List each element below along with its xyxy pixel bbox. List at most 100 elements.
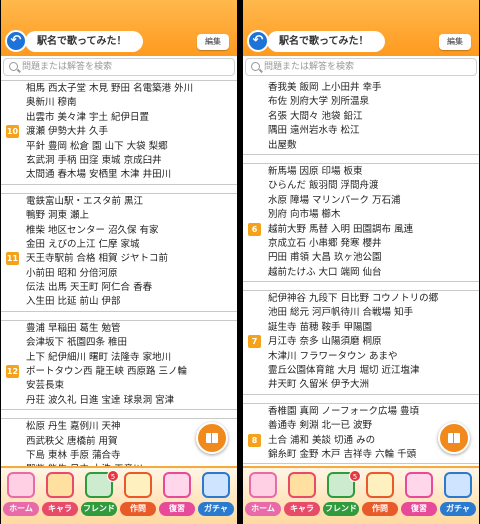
back-button[interactable]: ↶ bbox=[247, 30, 269, 52]
question-line: 豊浦 早稲田 葛生 勉管 bbox=[26, 322, 121, 334]
question-line: ポートタウン西 龍王峡 西原路 三ノ輪 bbox=[26, 366, 188, 378]
nav-home-label: ホーム bbox=[245, 502, 281, 516]
question-line: 玄武洞 手柄 田窪 東城 京成臼井 bbox=[26, 154, 162, 166]
chara-icon bbox=[288, 472, 316, 498]
back-arrow-icon: ↶ bbox=[10, 33, 22, 48]
nav-friend-label: フレンド bbox=[81, 502, 117, 516]
screen-left: ↶ 駅名で歌ってみた！ 編集 相馬 西太子堂 木見 野田 名電築港 外川奥新川 … bbox=[1, 0, 237, 524]
create-icon bbox=[366, 472, 394, 498]
nav-home-button[interactable]: ホーム bbox=[3, 470, 39, 522]
question-count-badge: 7 bbox=[248, 335, 261, 349]
bottom-nav: ホーム キャラ フレンド 5 作問 復習 ガチャ bbox=[1, 466, 237, 524]
nav-gacha-label: ガチャ bbox=[198, 502, 234, 516]
nav-home-label: ホーム bbox=[3, 502, 39, 516]
question-line: 円田 甫領 大昌 玖ヶ池公園 bbox=[268, 252, 382, 264]
question-card[interactable]: 電鉄富山駅・エスタ前 黒江 鴨野 洞東 瀬上椎柴 地区センター 沼久保 有家 金田 … bbox=[1, 192, 237, 312]
question-card[interactable]: 紀伊神谷 九段下 日比野 コウノトリの郷 池田 総元 河戸帆待川 合戦場 知手 誕生… bbox=[243, 290, 479, 395]
question-card[interactable]: 相馬 西太子堂 木見 野田 名電築港 外川 奥新川 穆南出雲市 美々津 宇土 紀伊… bbox=[1, 80, 237, 185]
nav-gacha-label: ガチャ bbox=[440, 502, 476, 516]
back-arrow-icon: ↶ bbox=[252, 33, 264, 48]
question-line: 平針 豊岡 松倉 園 山下 大袋 梨郷 bbox=[26, 140, 168, 152]
notification-badge: 5 bbox=[107, 470, 119, 482]
nav-chara-label: キャラ bbox=[42, 502, 78, 516]
edit-button[interactable]: 編集 bbox=[439, 34, 471, 50]
nav-chara-button[interactable]: キャラ bbox=[42, 470, 78, 522]
question-line: 香椎園 真岡 ノーフォーク広場 豊頃 bbox=[268, 405, 419, 417]
question-list[interactable]: 相馬 西太子堂 木見 野田 名電築港 外川 奥新川 穆南出雲市 美々津 宇土 紀伊… bbox=[1, 80, 237, 524]
book-icon bbox=[206, 433, 218, 443]
question-line: 布佐 別府大学 別所温泉 bbox=[268, 96, 370, 108]
gacha-icon bbox=[444, 472, 472, 498]
question-line: 越前たけふ 大口 端岡 仙台 bbox=[268, 266, 382, 278]
screen-right: ↶ 駅名で歌ってみた！ 編集 香我美 飯岡 上小田井 幸手布佐 別府大学 別所温… bbox=[243, 0, 479, 524]
question-line: 月江寺 奈多 山陽須磨 桐原 bbox=[268, 336, 382, 348]
question-line: 金田 えびの上江 仁摩 家城 bbox=[26, 238, 140, 250]
question-line: 鴨野 洞東 瀬上 bbox=[26, 210, 90, 222]
question-line: 名張 大間々 池袋 鉛江 bbox=[268, 110, 363, 122]
nav-create-button[interactable]: 作問 bbox=[120, 470, 156, 522]
edit-button[interactable]: 編集 bbox=[197, 34, 229, 50]
question-card[interactable]: 香我美 飯岡 上小田井 幸手 布佐 別府大学 別所温泉 名張 大間々 池袋 鉛江 隅田… bbox=[243, 80, 479, 155]
create-icon bbox=[124, 472, 152, 498]
question-line: 木津川 フラワータウン あまや bbox=[268, 350, 398, 362]
search-icon bbox=[251, 62, 260, 71]
question-line: 出屋敷 bbox=[268, 139, 297, 151]
nav-review-button[interactable]: 復習 bbox=[159, 470, 195, 522]
review-icon bbox=[405, 472, 433, 498]
question-line: 霊丘公園体育館 大月 堀切 近江塩津 bbox=[268, 365, 420, 377]
question-card[interactable]: 新馬場 因原 印場 板東 ひらんだ 飯羽間 浮間舟渡 水原 障場 マリンパーク 万石… bbox=[243, 162, 479, 283]
page-title: 駅名で歌ってみた！ bbox=[267, 31, 385, 52]
search-box[interactable] bbox=[3, 58, 235, 76]
question-line: 水原 障場 マリンパーク 万石浦 bbox=[268, 194, 401, 206]
gacha-icon bbox=[202, 472, 230, 498]
page-title: 駅名で歌ってみた！ bbox=[25, 31, 143, 52]
nav-create-label: 作問 bbox=[362, 502, 398, 516]
search-input[interactable] bbox=[22, 59, 232, 75]
question-count-badge: 10 bbox=[6, 125, 19, 139]
nav-review-button[interactable]: 復習 bbox=[401, 470, 437, 522]
question-count-badge: 11 bbox=[6, 252, 19, 266]
book-button[interactable] bbox=[438, 422, 470, 454]
nav-gacha-button[interactable]: ガチャ bbox=[440, 470, 476, 522]
nav-chara-button[interactable]: キャラ bbox=[284, 470, 320, 522]
home-icon bbox=[7, 472, 35, 498]
question-line: 誕生寺 苗穂 鞍手 甲陽園 bbox=[268, 321, 373, 333]
question-card[interactable]: 豊浦 早稲田 葛生 勉管 会津坂下 祇園四条 稚田 上下 紀伊細川 曙町 法隆寺 家… bbox=[1, 319, 237, 411]
search-input[interactable] bbox=[264, 59, 474, 75]
nav-review-label: 復習 bbox=[401, 502, 437, 516]
question-list[interactable]: 香我美 飯岡 上小田井 幸手 布佐 別府大学 別所温泉 名張 大間々 池袋 鉛江 隅田… bbox=[243, 80, 479, 524]
question-line: 紀伊神谷 九段下 日比野 コウノトリの郷 bbox=[268, 293, 439, 305]
back-button[interactable]: ↶ bbox=[5, 30, 27, 52]
nav-friend-button[interactable]: フレンド 5 bbox=[81, 470, 119, 522]
question-line: 電鉄富山駅・エスタ前 黒江 bbox=[26, 195, 144, 207]
question-line: 伝法 出馬 天王町 阿仁合 香春 bbox=[26, 282, 153, 294]
question-line: 井天町 久留米 伊予大洲 bbox=[268, 379, 370, 391]
nav-create-button[interactable]: 作問 bbox=[362, 470, 398, 522]
question-count-badge: 6 bbox=[248, 222, 261, 236]
question-count-badge: 8 bbox=[248, 433, 261, 447]
question-line: 椎柴 地区センター 沼久保 有家 bbox=[26, 224, 159, 236]
nav-friend-label: フレンド bbox=[323, 502, 359, 516]
question-line: 渡瀬 伊勢大井 久手 bbox=[26, 126, 109, 138]
review-icon bbox=[163, 472, 191, 498]
header-bar: ↶ 駅名で歌ってみた！ 編集 bbox=[1, 0, 237, 56]
nav-home-button[interactable]: ホーム bbox=[245, 470, 281, 522]
question-line: 京成立石 小串郷 発寒 櫻井 bbox=[268, 237, 382, 249]
question-line: 奥新川 穆南 bbox=[26, 97, 77, 109]
question-line: 上下 紀伊細川 曙町 法隆寺 家地川 bbox=[26, 351, 172, 363]
home-icon bbox=[249, 472, 277, 498]
nav-friend-button[interactable]: フレンド 5 bbox=[323, 470, 361, 522]
question-line: 太間通 春木場 安栖里 木津 井田川 bbox=[26, 169, 172, 181]
nav-gacha-button[interactable]: ガチャ bbox=[198, 470, 234, 522]
book-button[interactable] bbox=[196, 422, 228, 454]
question-line: 丹荘 波久礼 日進 宝達 球泉洞 宮津 bbox=[26, 394, 175, 406]
nav-review-label: 復習 bbox=[159, 502, 195, 516]
search-box[interactable] bbox=[245, 58, 477, 76]
question-line: 新馬場 因原 印場 板東 bbox=[268, 165, 363, 177]
search-icon bbox=[9, 62, 18, 71]
question-line: 隅田 遠州岩水寺 松江 bbox=[268, 125, 360, 137]
question-count-badge: 12 bbox=[6, 365, 19, 379]
question-line: 出雲市 美々津 宇土 紀伊日置 bbox=[26, 111, 150, 123]
question-line: 相馬 西太子堂 木見 野田 名電築港 外川 bbox=[26, 83, 194, 94]
nav-create-label: 作問 bbox=[120, 502, 156, 516]
